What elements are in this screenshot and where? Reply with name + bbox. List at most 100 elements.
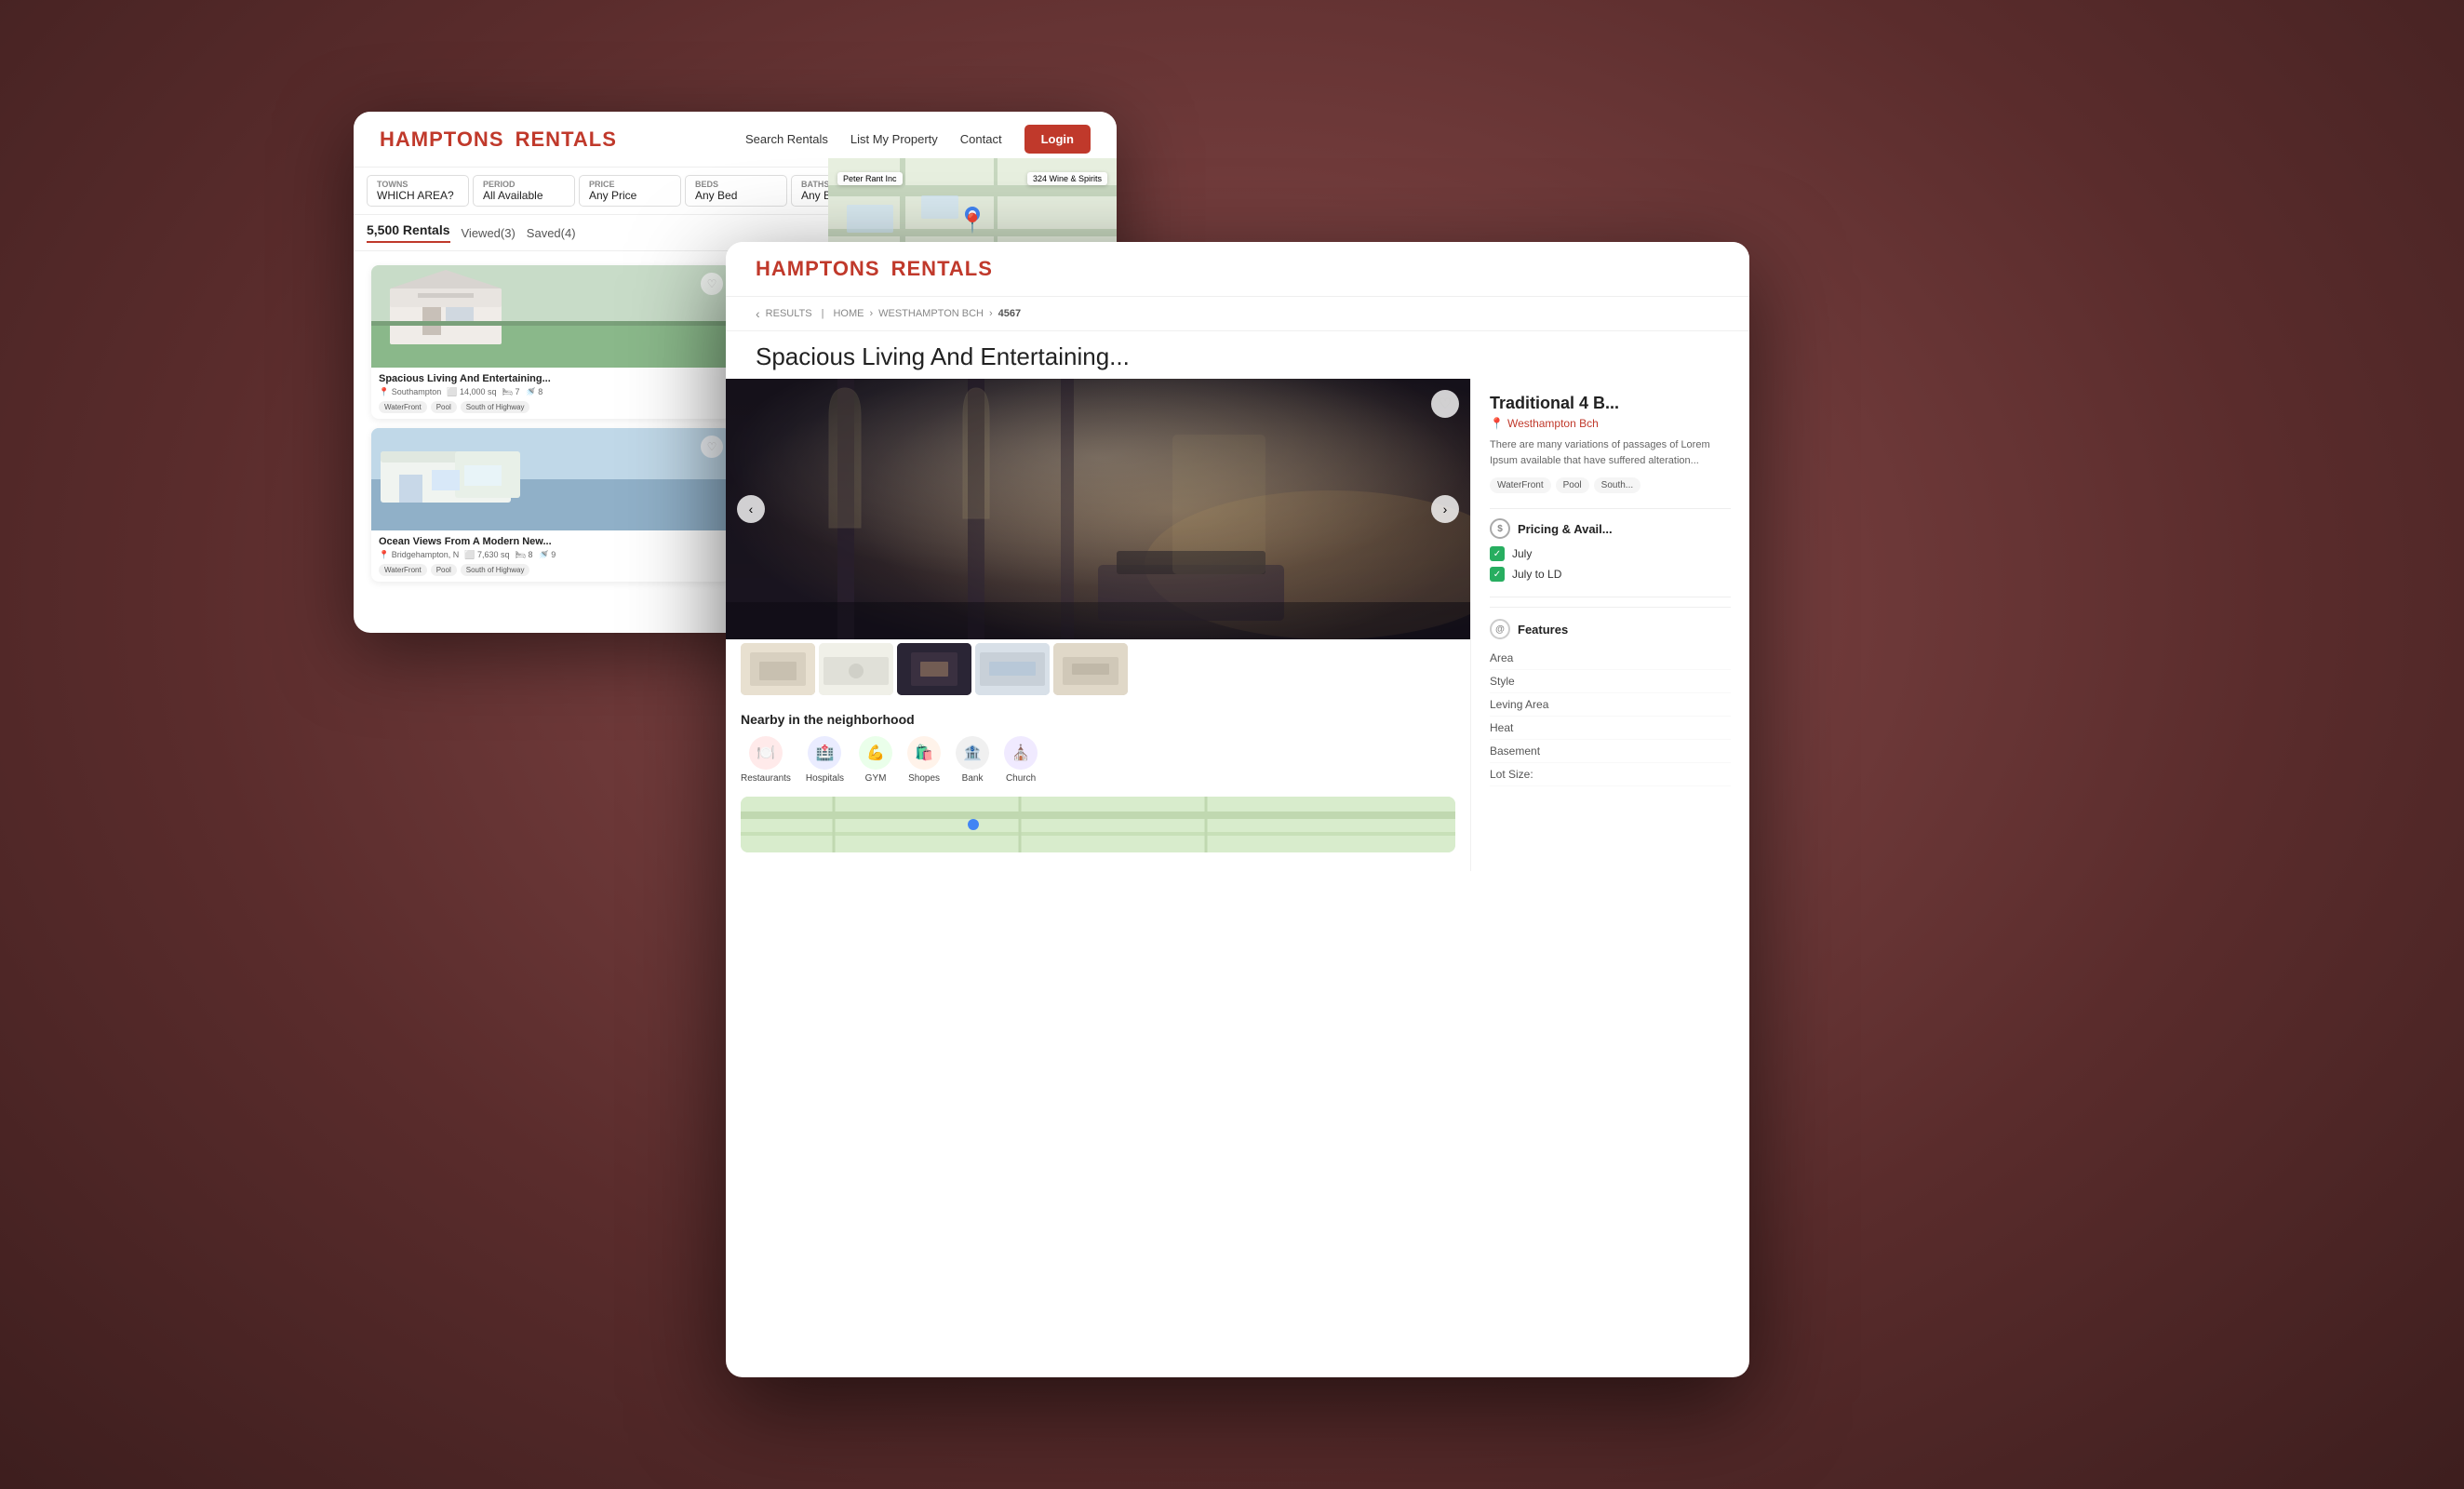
- nav-search[interactable]: Search Rentals: [745, 132, 828, 146]
- detail-content: ‹ › ♡: [726, 379, 1749, 871]
- listing-title: Ocean Views From A Modern New...: [379, 536, 723, 547]
- listing-info: Spacious Living And Entertaining... 📍 So…: [371, 368, 730, 419]
- feature-label-heat: Heat: [1490, 721, 1513, 734]
- feature-label-living: Leving Area: [1490, 698, 1548, 711]
- filter-period-value: All Available: [483, 189, 565, 202]
- breadcrumb-arrow-2: ›: [989, 308, 993, 319]
- pricing-label-july-ld: July to LD: [1512, 568, 1561, 581]
- tag-south: South of Highway: [461, 564, 530, 576]
- neighborhood-map: [741, 797, 1455, 852]
- pricing-header: $ Pricing & Avail...: [1490, 518, 1731, 539]
- location-text: Westhampton Bch: [1507, 417, 1599, 430]
- results-saved[interactable]: Saved(4): [527, 226, 576, 240]
- filter-beds-label: BEDS: [695, 180, 777, 189]
- breadcrumb-id: 4567: [998, 308, 1021, 319]
- pricing-item-july-ld: ✓ July to LD: [1490, 567, 1731, 582]
- filter-period[interactable]: PERIOD All Available: [473, 175, 575, 207]
- neighborhood-item-bank[interactable]: 🏦 Bank: [956, 736, 989, 784]
- filter-beds-value: Any Bed: [695, 189, 777, 202]
- nav-list[interactable]: List My Property: [850, 132, 938, 146]
- image-next-button[interactable]: ›: [1431, 495, 1459, 523]
- listing-details: 📍 Southampton ⬜ 14,000 sq 🛏 7 🚿 8: [379, 387, 723, 397]
- breadcrumb-home[interactable]: HOME: [833, 308, 864, 319]
- neighborhood-item-restaurants[interactable]: 🍽️ Restaurants: [741, 736, 791, 784]
- neighborhood-label-church: Church: [1006, 773, 1036, 784]
- checkbox-july-ld[interactable]: ✓: [1490, 567, 1505, 582]
- thumbnail-4[interactable]: [975, 643, 1050, 695]
- listing-baths: 🚿 9: [538, 550, 556, 560]
- church-icon: ⛪: [1004, 736, 1038, 770]
- pricing-section: $ Pricing & Avail... ✓ July ✓ July to LD: [1490, 518, 1731, 582]
- filter-towns-value: WHICH AREA?: [377, 189, 459, 202]
- results-viewed[interactable]: Viewed(3): [462, 226, 516, 240]
- listing-beds: 🛏 7: [502, 387, 520, 397]
- neighborhood-label-shops: Shopes: [908, 773, 940, 784]
- checkbox-july[interactable]: ✓: [1490, 546, 1505, 561]
- back-arrow[interactable]: ‹: [756, 306, 760, 321]
- breadcrumb-area[interactable]: WESTHAMPTON BCH: [878, 308, 984, 319]
- feature-label-style: Style: [1490, 675, 1515, 688]
- listing-card[interactable]: ♡ Ocean Views From A Modern New... 📍 Bri…: [371, 428, 730, 582]
- feature-row-living: Leving Area: [1490, 693, 1731, 717]
- thumbnail-strip: [726, 639, 1470, 699]
- logo: HAMPTONS RENTALS: [380, 127, 617, 152]
- thumbnail-1[interactable]: [741, 643, 815, 695]
- filter-period-label: PERIOD: [483, 180, 565, 189]
- feature-row-area: Area: [1490, 647, 1731, 670]
- favorite-icon[interactable]: ♡: [701, 436, 723, 458]
- image-prev-button[interactable]: ‹: [737, 495, 765, 523]
- detail-favorite-icon[interactable]: ♡: [1431, 390, 1459, 418]
- filter-beds[interactable]: BEDS Any Bed: [685, 175, 787, 207]
- breadcrumb: ‹ RESULTS | HOME › WESTHAMPTON BCH › 456…: [726, 297, 1749, 331]
- listing-tags: WaterFront Pool South of Highway: [379, 564, 723, 576]
- property-detail-window: HAMPTONS RENTALS ‹ RESULTS | HOME › WEST…: [726, 242, 1749, 1377]
- listing-title: Spacious Living And Entertaining...: [379, 373, 723, 384]
- tag-pool: Pool: [431, 564, 457, 576]
- pricing-label-july: July: [1512, 547, 1532, 560]
- feature-label-lotsize: Lot Size:: [1490, 768, 1533, 781]
- sidebar-location: 📍 Westhampton Bch: [1490, 417, 1731, 430]
- neighborhood-item-shops[interactable]: 🛍️ Shopes: [907, 736, 941, 784]
- shops-icon: 🛍️: [907, 736, 941, 770]
- sidebar-description: There are many variations of passages of…: [1490, 437, 1731, 468]
- sidebar-tags: WaterFront Pool South...: [1490, 477, 1731, 493]
- sidebar-tag-pool: Pool: [1556, 477, 1589, 493]
- dollar-icon: $: [1490, 518, 1510, 539]
- filter-towns[interactable]: TOWNS WHICH AREA?: [367, 175, 469, 207]
- nav-links: Search Rentals List My Property Contact …: [745, 125, 1091, 154]
- filter-price[interactable]: PRICE Any Price: [579, 175, 681, 207]
- filter-price-value: Any Price: [589, 189, 671, 202]
- detail-sidebar: Traditional 4 B... 📍 Westhampton Bch The…: [1470, 379, 1749, 871]
- neighborhood-item-hospitals[interactable]: 🏥 Hospitals: [806, 736, 844, 784]
- neighborhood-item-church[interactable]: ⛪ Church: [1004, 736, 1038, 784]
- listing-baths: 🚿 8: [525, 387, 542, 397]
- neighborhood-item-gym[interactable]: 💪 GYM: [859, 736, 892, 784]
- tag-waterfront: WaterFront: [379, 401, 427, 413]
- sidebar-tag-waterfront: WaterFront: [1490, 477, 1551, 493]
- thumbnail-3[interactable]: [897, 643, 971, 695]
- login-button[interactable]: Login: [1024, 125, 1091, 154]
- listing-card[interactable]: ♡ Spacious Living And Entertaining... 📍 …: [371, 265, 730, 419]
- neighborhood-title: Nearby in the neighborhood: [741, 712, 1455, 727]
- breadcrumb-arrow-1: ›: [869, 308, 873, 319]
- tag-south: South of Highway: [461, 401, 530, 413]
- neighborhood-icons: 🍽️ Restaurants 🏥 Hospitals 💪 GYM 🛍️ Shop…: [741, 736, 1455, 784]
- favorite-icon[interactable]: ♡: [701, 273, 723, 295]
- thumbnail-5[interactable]: [1053, 643, 1128, 695]
- listing-tags: WaterFront Pool South of Highway: [379, 401, 723, 413]
- detail-nav: HAMPTONS RENTALS: [726, 242, 1749, 297]
- nav-contact[interactable]: Contact: [960, 132, 1002, 146]
- listing-area: ⬜ 14,000 sq: [447, 387, 496, 397]
- feature-label-basement: Basement: [1490, 744, 1540, 758]
- sidebar-property-title: Traditional 4 B...: [1490, 394, 1731, 413]
- feature-row-style: Style: [1490, 670, 1731, 693]
- listing-details: 📍 Bridgehampton, N ⬜ 7,630 sq 🛏 8 🚿 9: [379, 550, 723, 560]
- pricing-item-july: ✓ July: [1490, 546, 1731, 561]
- logo-text-main: HAMPTONS: [380, 127, 504, 151]
- breadcrumb-sep: |: [822, 308, 824, 319]
- thumbnail-2[interactable]: [819, 643, 893, 695]
- features-section: @ Features Area Style Leving Area Heat: [1490, 607, 1731, 786]
- breadcrumb-back[interactable]: RESULTS: [766, 308, 812, 319]
- detail-main: ‹ › ♡: [726, 379, 1470, 871]
- neighborhood-label-gym: GYM: [865, 773, 887, 784]
